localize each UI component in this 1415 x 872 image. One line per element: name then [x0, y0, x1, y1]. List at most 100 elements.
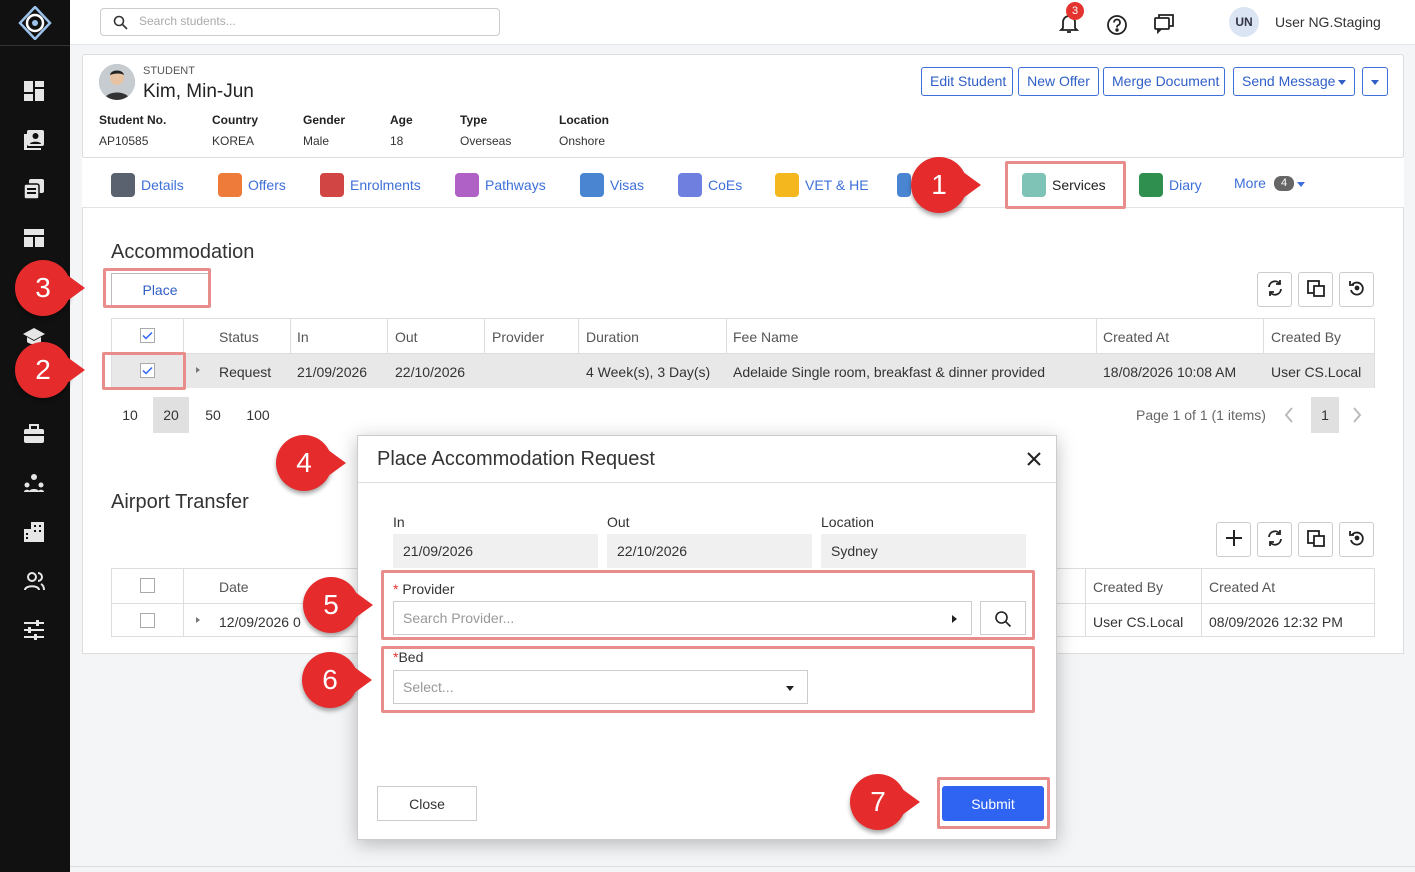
callout-3: 3 — [15, 260, 85, 316]
user-name[interactable]: User NG.Staging — [1275, 14, 1381, 30]
student-photo — [99, 64, 135, 100]
diary-icon — [1139, 173, 1163, 197]
column-created-at[interactable]: Created At — [1209, 579, 1275, 595]
callout-7: 7 — [850, 774, 920, 830]
cell-created-by: User CS.Local — [1271, 364, 1362, 380]
airport-transfer-title: Airport Transfer — [111, 491, 249, 513]
cell-in: 21/09/2026 — [297, 364, 368, 380]
column-created-by[interactable]: Created By — [1271, 329, 1341, 345]
column-status[interactable]: Status — [219, 329, 259, 345]
export-icon — [1306, 280, 1325, 297]
documents-icon[interactable] — [23, 178, 45, 200]
enrolments-icon — [320, 173, 344, 197]
chat-icon[interactable] — [1153, 12, 1175, 34]
column-created-at[interactable]: Created At — [1103, 329, 1169, 345]
help-icon[interactable] — [1106, 14, 1128, 36]
highlight-place-button — [103, 268, 211, 308]
row-checkbox[interactable] — [140, 613, 155, 628]
dashboard-icon[interactable] — [23, 80, 45, 102]
briefcase-icon[interactable] — [23, 423, 45, 445]
visas-icon — [580, 173, 604, 197]
in-value: 21/09/2026 — [393, 534, 598, 568]
next-page-icon[interactable] — [1351, 406, 1363, 424]
export-button[interactable] — [1298, 522, 1333, 557]
more-count-badge: 4 — [1274, 176, 1294, 191]
user-avatar[interactable]: UN — [1229, 7, 1259, 37]
modal-title: Place Accommodation Request — [377, 448, 655, 470]
layout-icon[interactable] — [23, 227, 45, 249]
students-icon[interactable] — [23, 129, 45, 151]
column-duration[interactable]: Duration — [586, 329, 639, 345]
column-fee-name[interactable]: Fee Name — [733, 329, 798, 345]
prev-page-icon[interactable] — [1283, 406, 1295, 424]
cell-out: 22/10/2026 — [395, 364, 466, 380]
cell-fee-name: Adelaide Single room, breakfast & dinner… — [733, 364, 1046, 380]
reset-button[interactable] — [1339, 522, 1374, 557]
send-message-button[interactable]: Send Message — [1233, 67, 1355, 96]
offers-icon — [218, 173, 242, 197]
caret-down-icon — [1338, 80, 1346, 85]
close-icon[interactable] — [1023, 448, 1045, 470]
more-actions-button[interactable] — [1362, 67, 1388, 96]
callout-6: 6 — [302, 652, 372, 708]
check-icon — [142, 331, 153, 340]
cell-date: 12/09/2026 0 — [219, 614, 301, 630]
page-size-10[interactable]: 10 — [116, 407, 144, 423]
building-icon[interactable] — [23, 521, 45, 543]
tab-label: Offers — [248, 177, 286, 193]
refresh-button[interactable] — [1257, 272, 1292, 307]
page-size-100[interactable]: 100 — [243, 407, 273, 423]
student-name: Kim, Min-Jun — [143, 81, 254, 102]
sidebar-divider — [0, 45, 70, 46]
network-icon[interactable] — [23, 472, 45, 494]
column-out[interactable]: Out — [395, 329, 418, 345]
refresh-button[interactable] — [1257, 522, 1292, 557]
reset-button[interactable] — [1339, 272, 1374, 307]
page-size-20[interactable]: 20 — [153, 397, 189, 433]
page-1-button[interactable]: 1 — [1311, 397, 1339, 433]
student-search[interactable] — [100, 8, 500, 36]
search-input[interactable] — [139, 14, 479, 28]
refresh-icon — [1267, 280, 1282, 296]
age-label: Age — [390, 113, 413, 127]
merge-document-button[interactable]: Merge Document — [1103, 67, 1225, 96]
reset-icon — [1348, 531, 1364, 546]
vet-he-icon — [775, 173, 799, 197]
tab-label: Enrolments — [350, 177, 421, 193]
settings-sliders-icon[interactable] — [23, 619, 45, 641]
expand-row-icon[interactable] — [196, 617, 200, 623]
cell-duration: 4 Week(s), 3 Day(s) — [586, 364, 711, 380]
plus-icon — [1225, 530, 1242, 546]
app-logo[interactable] — [18, 6, 52, 40]
column-created-by[interactable]: Created By — [1093, 579, 1163, 595]
close-button[interactable]: Close — [377, 786, 477, 821]
out-label: Out — [607, 514, 630, 530]
select-all-checkbox[interactable] — [140, 578, 155, 593]
add-button[interactable] — [1216, 522, 1251, 557]
edit-student-button[interactable]: Edit Student — [921, 67, 1013, 96]
gender-value: Male — [303, 134, 330, 148]
student-no-value: AP10585 — [99, 134, 149, 148]
tab-icon — [897, 173, 911, 197]
cell-created-at: 18/08/2026 10:08 AM — [1103, 364, 1237, 380]
select-all-checkbox[interactable] — [140, 328, 155, 343]
tab-label: Details — [141, 177, 184, 193]
accommodation-title: Accommodation — [111, 241, 255, 263]
pathways-icon — [455, 173, 479, 197]
location-label: Location — [559, 113, 609, 127]
type-label: Type — [460, 113, 488, 127]
column-date[interactable]: Date — [219, 579, 249, 595]
page-size-50[interactable]: 50 — [199, 407, 227, 423]
expand-row-icon[interactable] — [196, 367, 200, 373]
callout-1: 1 — [911, 157, 981, 213]
users-icon[interactable] — [23, 570, 45, 592]
highlight-provider-field — [381, 570, 1035, 640]
column-in[interactable]: In — [297, 329, 309, 345]
column-provider[interactable]: Provider — [492, 329, 544, 345]
student-tabs: Details Offers Enrolments Pathways Visas… — [82, 158, 1404, 208]
export-button[interactable] — [1298, 272, 1333, 307]
student-card: STUDENT Kim, Min-Jun Student No. AP10585… — [82, 54, 1404, 158]
highlight-submit-button — [937, 777, 1050, 829]
new-offer-button[interactable]: New Offer — [1018, 67, 1099, 96]
caret-down-icon — [1297, 182, 1305, 187]
